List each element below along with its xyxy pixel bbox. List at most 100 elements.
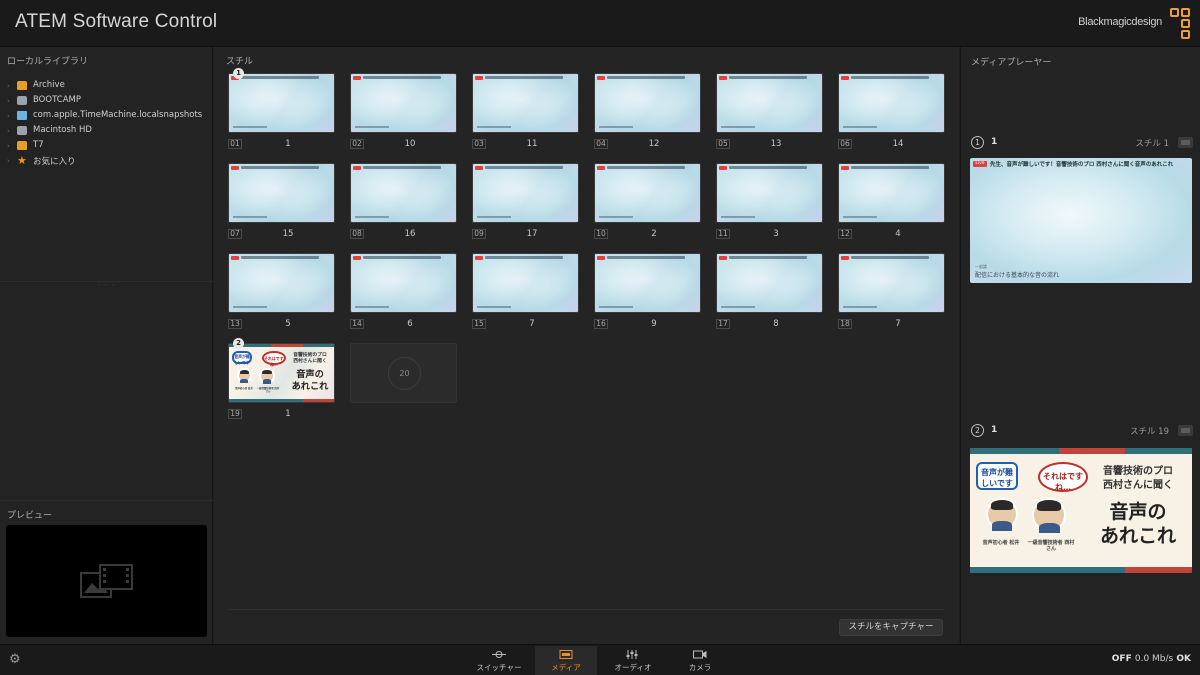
still-slot[interactable]: 16 9: [594, 253, 701, 329]
still-slot[interactable]: 04 12: [594, 73, 701, 149]
footer-bar: [233, 216, 267, 218]
avatar: [258, 368, 276, 385]
avatar: [1032, 498, 1066, 533]
slot-number: 15: [472, 319, 486, 329]
still-thumbnail[interactable]: [472, 73, 579, 133]
folder-icon: [17, 111, 27, 120]
player-index: 1: [991, 425, 998, 435]
tree-item-t7[interactable]: › T7: [0, 139, 213, 154]
still-thumbnail[interactable]: [228, 163, 335, 223]
still-slot[interactable]: 09 17: [472, 163, 579, 239]
still-slot[interactable]: 15 7: [472, 253, 579, 329]
still-thumbnail[interactable]: [716, 73, 823, 133]
still-slot[interactable]: 10 2: [594, 163, 701, 239]
slot-name: 14: [892, 139, 904, 149]
headline-bar: [729, 76, 807, 79]
caption-left: 音声初心者 松井: [982, 540, 1020, 546]
live-badge: [841, 166, 849, 170]
player-source-button[interactable]: [1178, 425, 1193, 436]
still-thumbnail[interactable]: [350, 163, 457, 223]
empty-still-slot[interactable]: 20: [350, 343, 457, 403]
resize-handle[interactable]: · · ·: [0, 281, 213, 290]
tab-camera[interactable]: カメラ: [669, 646, 731, 675]
still-thumbnail[interactable]: [228, 73, 335, 133]
player-still-name: スチル 19: [1129, 427, 1169, 437]
still-slot[interactable]: 06 14: [838, 73, 945, 149]
still-thumbnail[interactable]: [594, 253, 701, 313]
switcher-icon: [492, 651, 506, 658]
still-slot[interactable]: 07 15: [228, 163, 335, 239]
media-player-1-thumbnail[interactable]: Live 先生、音声が難しいです！音響技術のプロ 西村さんに聞く音声のあれこれ …: [970, 158, 1192, 283]
expand-arrow-icon[interactable]: ›: [7, 97, 10, 105]
still-thumbnail[interactable]: [594, 73, 701, 133]
still-thumbnail[interactable]: [716, 253, 823, 313]
player-source-button[interactable]: [1178, 137, 1193, 148]
tab-label: カメラ: [688, 663, 712, 672]
live-badge: [475, 76, 483, 80]
still-thumbnail[interactable]: [838, 253, 945, 313]
status-ok: OK: [1176, 654, 1191, 664]
drive-gray-icon: [17, 126, 27, 135]
media-player-2-thumbnail[interactable]: 音声が難しいです それはですね… 音声初心者 松井 一級音響技術者 西村さん 音…: [970, 448, 1192, 573]
still-slot[interactable]: 05 13: [716, 73, 823, 149]
media-icon: [559, 650, 573, 659]
still-slot[interactable]: 13 5: [228, 253, 335, 329]
footer-bar: [477, 126, 511, 128]
still-thumbnail[interactable]: 音声が難しいです それはですね… 音声初心者 松井 一級音響技術者 西村さん 音…: [228, 343, 335, 403]
tree-item-bootcamp[interactable]: › BOOTCAMP: [0, 94, 213, 109]
still-slot[interactable]: 11 3: [716, 163, 823, 239]
still-thumbnail[interactable]: [350, 73, 457, 133]
live-badge: [231, 166, 239, 170]
slot-name: 17: [526, 229, 538, 239]
expand-arrow-icon[interactable]: ›: [7, 157, 10, 165]
slot-name: 16: [404, 229, 416, 239]
tree-item-label: com.apple.TimeMachine.localsnapshots: [33, 110, 203, 120]
still-thumbnail[interactable]: [472, 253, 579, 313]
speech-bubble-right: それはですね…: [261, 350, 286, 367]
still-thumbnail[interactable]: [350, 253, 457, 313]
tab-switcher[interactable]: スイッチャー: [468, 646, 530, 675]
tab-media[interactable]: メディア: [535, 646, 597, 675]
still-slot[interactable]: 14 6: [350, 253, 457, 329]
headline-bar: [851, 256, 929, 259]
headline-bar: [851, 166, 929, 169]
still-thumbnail[interactable]: [838, 73, 945, 133]
expand-arrow-icon[interactable]: ›: [7, 82, 10, 90]
still-slot[interactable]: 2 音声が難しいです それはですね… 音声初心者 松井 一級音響技術者 西村さん…: [228, 338, 335, 419]
headline-bar: [729, 166, 807, 169]
player-assignment-badge: 1: [233, 68, 244, 79]
drive-gray-icon: [17, 96, 27, 105]
still-slot[interactable]: 12 4: [838, 163, 945, 239]
still-slot[interactable]: 17 8: [716, 253, 823, 329]
tree-item-timemachine[interactable]: › com.apple.TimeMachine.localsnapshots: [0, 109, 213, 124]
slot-name: 13: [770, 139, 782, 149]
gear-icon[interactable]: ⚙: [9, 653, 22, 666]
expand-arrow-icon[interactable]: ›: [7, 142, 10, 150]
tree-item-archive[interactable]: › Archive: [0, 79, 213, 94]
still-slot[interactable]: 02 10: [350, 73, 457, 149]
slot-name: 15: [282, 229, 294, 239]
tree-item-macintosh-hd[interactable]: › Macintosh HD: [0, 124, 213, 139]
still-thumbnail[interactable]: [838, 163, 945, 223]
status-rate: 0.0 Mb/s: [1134, 654, 1174, 664]
footer-bar: [233, 306, 267, 308]
footer-bar: [843, 306, 877, 308]
still-thumbnail[interactable]: [228, 253, 335, 313]
still-slot[interactable]: 1 01 1: [228, 68, 335, 149]
still-slot[interactable]: 18 7: [838, 253, 945, 329]
preview-area: [6, 525, 207, 637]
camera-icon: [693, 650, 707, 659]
caption-left: 音声初心者 松井: [235, 387, 253, 391]
expand-arrow-icon[interactable]: ›: [7, 112, 10, 120]
tree-item-label: BOOTCAMP: [33, 95, 81, 105]
still-slot[interactable]: 03 11: [472, 73, 579, 149]
still-thumbnail[interactable]: [716, 163, 823, 223]
still-thumbnail[interactable]: [472, 163, 579, 223]
slot-number: 18: [838, 319, 852, 329]
tab-audio[interactable]: オーディオ: [602, 646, 664, 675]
still-slot[interactable]: 08 16: [350, 163, 457, 239]
expand-arrow-icon[interactable]: ›: [7, 127, 10, 135]
tree-item-favorites[interactable]: › ★ お気に入り: [0, 154, 213, 169]
capture-still-button[interactable]: スチルをキャプチャー: [839, 619, 943, 636]
still-thumbnail[interactable]: [594, 163, 701, 223]
